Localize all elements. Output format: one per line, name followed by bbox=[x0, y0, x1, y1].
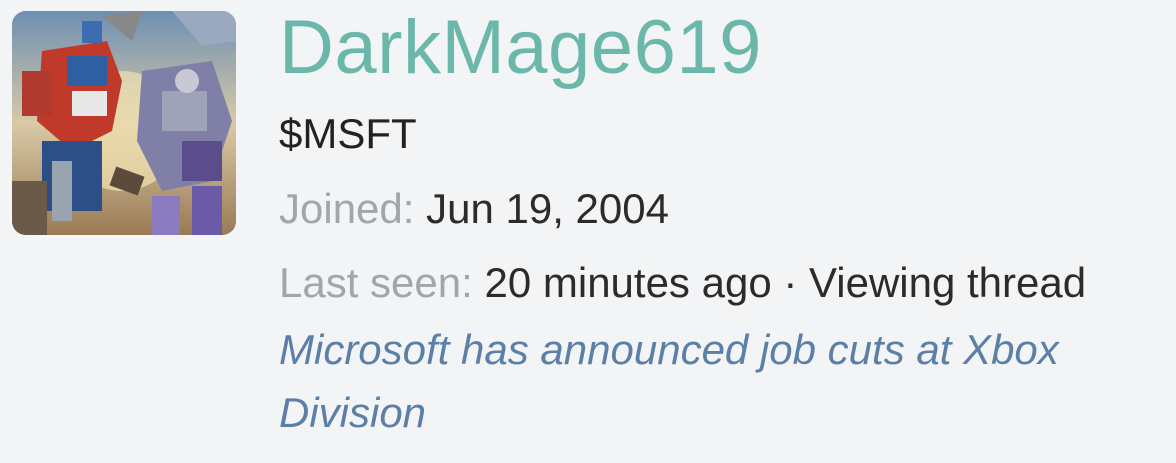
last-seen-label: Last seen: bbox=[279, 259, 473, 306]
last-seen-value: 20 minutes ago bbox=[484, 259, 772, 306]
joined-label: Joined: bbox=[279, 185, 415, 232]
joined-value: Jun 19, 2004 bbox=[426, 185, 669, 232]
viewing-thread-link[interactable]: Microsoft has announced job cuts at Xbox… bbox=[279, 318, 1139, 444]
activity-text: Viewing thread bbox=[809, 259, 1087, 306]
username-link[interactable]: DarkMage619 bbox=[279, 2, 762, 94]
avatar-robots-image bbox=[12, 11, 236, 235]
joined-row: Joined: Jun 19, 2004 bbox=[279, 183, 669, 235]
activity-separator: · bbox=[771, 259, 810, 306]
avatar[interactable] bbox=[12, 11, 236, 235]
last-seen-row: Last seen: 20 minutes ago · Viewing thre… bbox=[279, 257, 1086, 309]
member-card: DarkMage619 $MSFT Joined: Jun 19, 2004 L… bbox=[0, 0, 1176, 463]
user-title: $MSFT bbox=[279, 110, 417, 157]
